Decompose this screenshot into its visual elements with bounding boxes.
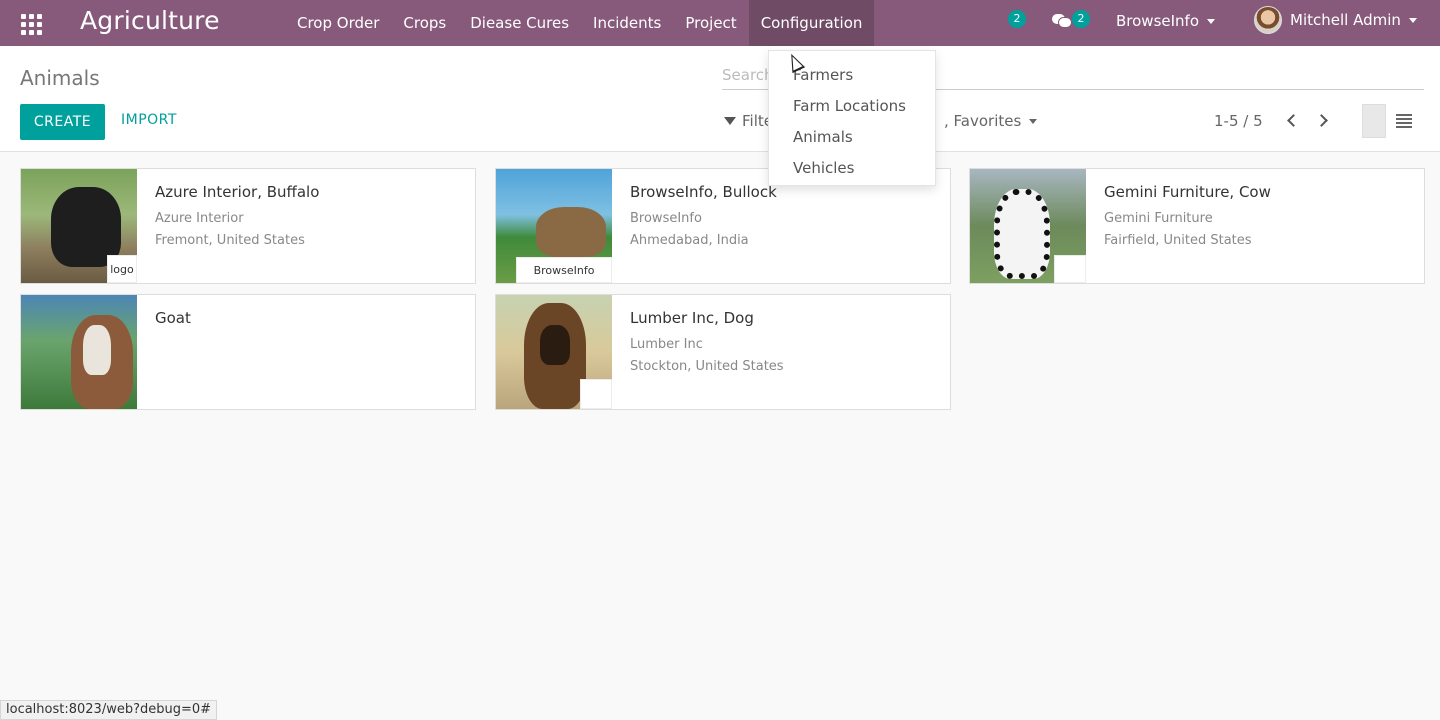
menu-crop-order[interactable]: Crop Order: [285, 0, 391, 46]
chevron-right-icon: [1315, 114, 1328, 127]
animal-image: logo: [21, 169, 137, 283]
list-view-button[interactable]: [1396, 114, 1412, 128]
company-logo: [580, 379, 612, 409]
menu-crops[interactable]: Crops: [391, 0, 458, 46]
filter-icon: [724, 117, 736, 125]
card-location: Stockton, United States: [630, 359, 784, 374]
messages-count-badge: 2: [1072, 10, 1090, 28]
company-logo: BrowseInfo: [516, 257, 612, 283]
card-company: Gemini Furniture: [1104, 211, 1213, 226]
company-logo: [1054, 255, 1086, 283]
app-title: Agriculture: [80, 6, 220, 35]
animal-image: [21, 295, 137, 409]
favorites-label: , Favorites: [944, 112, 1022, 130]
create-button[interactable]: CREATE: [20, 104, 105, 140]
main-menu: Crop Order Crops Diease Cures Incidents …: [285, 0, 875, 46]
caret-down-icon: [1408, 17, 1417, 23]
menu-disease-cures[interactable]: Diease Cures: [458, 0, 581, 46]
dropdown-item-animals[interactable]: Animals: [769, 121, 935, 152]
avatar: [1254, 6, 1282, 34]
card-title: Gemini Furniture, Cow: [1104, 183, 1271, 201]
animal-image: [496, 295, 612, 409]
company-switcher[interactable]: BrowseInfo: [1116, 12, 1216, 30]
favorites-button[interactable]: , Favorites: [944, 112, 1038, 130]
app-switcher-icon[interactable]: [18, 11, 42, 35]
card-company: Azure Interior: [155, 211, 244, 226]
messaging-button[interactable]: 2: [1052, 10, 1090, 28]
company-logo: logo: [107, 255, 137, 283]
activity-button[interactable]: 2: [1008, 10, 1026, 28]
card-title: BrowseInfo, Bullock: [630, 183, 777, 201]
kanban-card[interactable]: Gemini Furniture, Cow Gemini Furniture F…: [969, 168, 1425, 284]
menu-configuration[interactable]: Configuration: [748, 0, 875, 46]
company-name: BrowseInfo: [1116, 12, 1200, 30]
pager-previous-button[interactable]: [1284, 112, 1300, 130]
activity-count-badge: 2: [1008, 10, 1026, 28]
menu-incidents[interactable]: Incidents: [581, 0, 673, 46]
chat-icon: [1052, 12, 1072, 28]
card-title: Azure Interior, Buffalo: [155, 183, 320, 201]
card-title: Goat: [155, 309, 191, 327]
dropdown-item-vehicles[interactable]: Vehicles: [769, 152, 935, 183]
pager-next-button[interactable]: [1315, 112, 1332, 130]
kanban-card[interactable]: Lumber Inc, Dog Lumber Inc Stockton, Uni…: [495, 294, 951, 410]
animal-image: [970, 169, 1086, 283]
card-company: BrowseInfo: [630, 211, 702, 226]
breadcrumb: Animals: [20, 66, 100, 90]
control-panel: Animals Search CREATE IMPORT Filte , Fav…: [0, 46, 1440, 152]
user-name: Mitchell Admin: [1290, 11, 1401, 29]
card-location: Fairfield, United States: [1104, 233, 1252, 248]
card-location: Fremont, United States: [155, 233, 305, 248]
caret-down-icon: [1207, 18, 1216, 24]
card-title: Lumber Inc, Dog: [630, 309, 754, 327]
kanban-card[interactable]: Goat: [20, 294, 476, 410]
import-button[interactable]: IMPORT: [121, 112, 177, 128]
filters-button[interactable]: Filte: [724, 112, 773, 130]
kanban-card[interactable]: logo Azure Interior, Buffalo Azure Inter…: [20, 168, 476, 284]
kanban-view-button[interactable]: [1362, 104, 1386, 138]
animal-image: BrowseInfo: [496, 169, 612, 283]
user-menu[interactable]: Mitchell Admin: [1254, 6, 1417, 34]
card-location: Ahmedabad, India: [630, 233, 749, 248]
menu-project[interactable]: Project: [673, 0, 748, 46]
card-company: Lumber Inc: [630, 337, 703, 352]
chevron-left-icon: [1287, 114, 1300, 127]
browser-status-bar: localhost:8023/web?debug=0#: [0, 700, 218, 720]
pager-value[interactable]: 1-5 / 5: [1214, 112, 1263, 130]
top-navbar: Agriculture Crop Order Crops Diease Cure…: [0, 0, 1440, 46]
caret-down-icon: [1029, 118, 1038, 124]
dropdown-item-farm-locations[interactable]: Farm Locations: [769, 90, 935, 121]
